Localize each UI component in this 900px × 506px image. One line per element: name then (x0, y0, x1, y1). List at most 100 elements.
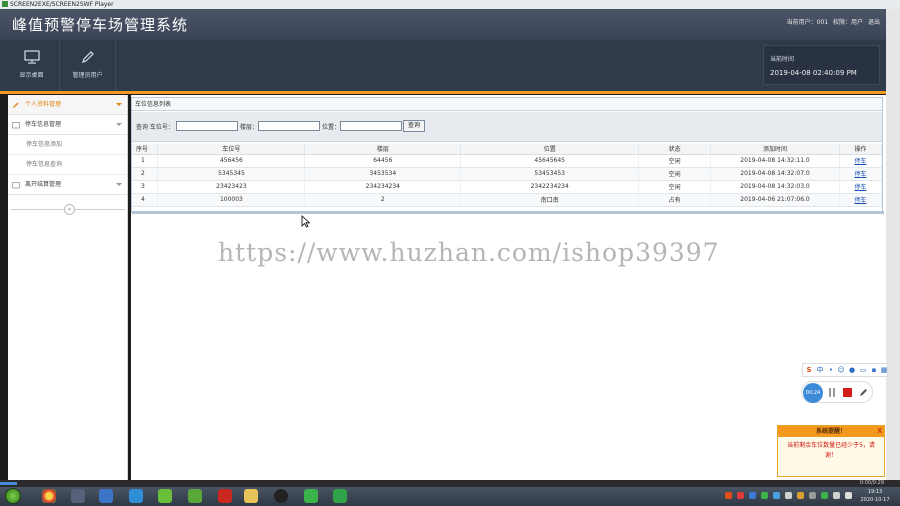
qq-icon[interactable] (274, 489, 288, 503)
pencil-icon (81, 51, 94, 63)
warning-icon[interactable] (797, 492, 804, 499)
monitor-icon (23, 50, 40, 64)
folder-icon (12, 122, 20, 129)
cell-no: 2 (132, 167, 159, 181)
cell-status: 占有 (638, 193, 712, 207)
cell-spot: 456456 (157, 154, 306, 168)
sidebar-item-label: 离开结算管理 (25, 181, 62, 188)
cell-floor: 234234234 (304, 180, 462, 194)
sidebar-item-profile[interactable]: 个人资料管理 (8, 95, 127, 115)
volume-icon[interactable] (833, 492, 840, 499)
sidebar-item-parking[interactable]: 停车信息管理 (8, 115, 127, 135)
cell-status: 空闲 (638, 154, 712, 168)
col-header-no: 序号 (132, 144, 159, 155)
top-toolbar: 显示桌面 管理员用户 当前时间 2019-04-08 02:40:09 PM (0, 40, 886, 91)
toolbox-icon[interactable]: ▦ (880, 366, 888, 375)
emoji-icon[interactable]: ☺ (837, 366, 845, 375)
folder-icon[interactable] (244, 489, 258, 503)
park-link[interactable]: 停车 (854, 158, 866, 165)
search-location-label: 位置： (322, 124, 341, 131)
spot-number-input[interactable] (176, 121, 238, 131)
chart-app-icon[interactable] (188, 489, 202, 503)
player-progress-bar[interactable]: 0:00/0:29 (0, 480, 900, 487)
park-link[interactable]: 停车 (854, 184, 866, 191)
park-link[interactable]: 停车 (854, 197, 866, 204)
col-header-location: 位置 (460, 144, 640, 155)
sidebar-subitem-query-parking[interactable]: 停车信息查询 (8, 155, 127, 175)
col-header-time: 添加时间 (710, 144, 840, 155)
sidebar-item-settlement[interactable]: 离开结算管理 (8, 175, 127, 195)
pen-icon[interactable] (858, 386, 868, 398)
wechat-tray-icon[interactable] (761, 492, 768, 499)
search-floor-label: 楼层： (240, 124, 259, 131)
cell-time: 2019-04-06 21:07:06.0 (710, 193, 840, 207)
table-row: 3 23423423 234234234 2342234234 空闲 2019-… (132, 180, 883, 194)
shield-icon[interactable] (749, 492, 756, 499)
player-app-icon (2, 1, 8, 7)
current-time-label: 当前时间 (770, 56, 795, 63)
system-tray (725, 491, 860, 503)
window-right-edge (886, 9, 900, 480)
chevron-down-icon (116, 183, 122, 186)
microphone-icon[interactable]: ● (848, 366, 856, 375)
chevron-down-icon (116, 103, 122, 106)
park-link[interactable]: 停车 (854, 171, 866, 178)
cell-time: 2019-04-08 14:32:03.0 (710, 180, 840, 194)
show-desktop-button[interactable]: 显示桌面 (4, 40, 60, 91)
taskbar-clock[interactable]: 19:13 2020-10-17 (855, 488, 895, 504)
ime-toolbar: S 中 • ☺ ● ▭ ▪ ▦ (802, 363, 888, 377)
app-title: 峰值预警停车场管理系统 (12, 16, 189, 34)
cell-floor: 64456 (304, 154, 462, 168)
tray-icon[interactable] (809, 492, 816, 499)
tray-icon[interactable] (821, 492, 828, 499)
admin-user-label: 管理员用户 (72, 72, 103, 79)
start-button[interactable] (5, 488, 21, 504)
network-icon[interactable] (785, 492, 792, 499)
admin-user-button[interactable]: 管理员用户 (60, 40, 116, 91)
punctuation-icon[interactable]: • (827, 366, 835, 375)
search-button[interactable]: 查询 (403, 120, 425, 132)
cell-location: 2342234234 (460, 180, 640, 194)
clock-date: 2020-10-17 (860, 497, 890, 503)
keyboard-icon[interactable]: ▭ (859, 366, 867, 375)
collapse-button[interactable]: « (64, 204, 75, 215)
sogou-icon[interactable]: S (805, 366, 813, 375)
app-header: 峰值预警停车场管理系统 当前用户：001 权限：用户 退出 (0, 9, 886, 40)
pause-icon[interactable] (829, 388, 835, 397)
terminal-icon[interactable] (71, 489, 85, 503)
cloud-icon[interactable] (773, 492, 780, 499)
chrome-icon[interactable] (42, 489, 56, 503)
flash-icon[interactable] (218, 489, 232, 503)
search-app-icon[interactable] (129, 489, 143, 503)
flag-icon[interactable] (845, 492, 852, 499)
cell-spot: 23423423 (157, 180, 306, 194)
location-input[interactable] (340, 121, 402, 131)
cell-no: 4 (132, 193, 159, 207)
floor-input[interactable] (258, 121, 320, 131)
wechat-icon[interactable] (304, 489, 318, 503)
sogou-tray-icon[interactable] (725, 492, 732, 499)
current-time-value: 2019-04-08 02:40:09 PM (770, 69, 857, 77)
search-bar: 查询 车位号： 楼层： 位置： 查询 (132, 112, 882, 142)
sidebar-subitem-add-parking[interactable]: 停车信息添加 (8, 135, 127, 155)
cell-status: 空闲 (638, 167, 712, 181)
close-icon[interactable]: X (877, 426, 882, 437)
ime-mode[interactable]: 中 (816, 366, 824, 375)
spot-table: 序号 车位号 楼层 位置 状态 添加时间 操作 1 456456 64456 4 (132, 144, 883, 207)
edit-icon (13, 102, 19, 108)
taskbar: 19:13 2020-10-17 (0, 487, 900, 506)
app-icon[interactable] (99, 489, 113, 503)
tray-icon[interactable] (737, 492, 744, 499)
recorder-app-icon[interactable] (333, 489, 347, 503)
notice-title: 系统提醒！ (778, 426, 884, 437)
header-accent-line (0, 91, 886, 94)
skin-icon[interactable]: ▪ (870, 366, 878, 375)
logout-link[interactable]: 退出 (868, 19, 880, 26)
cell-no: 3 (132, 180, 159, 194)
user-info: 当前用户：001 权限：用户 退出 (784, 17, 880, 26)
green-app-icon[interactable] (158, 489, 172, 503)
stop-icon[interactable] (843, 388, 852, 397)
current-time-box: 当前时间 2019-04-08 02:40:09 PM (763, 45, 880, 85)
cell-status: 空闲 (638, 180, 712, 194)
cell-floor: 3453534 (304, 167, 462, 181)
